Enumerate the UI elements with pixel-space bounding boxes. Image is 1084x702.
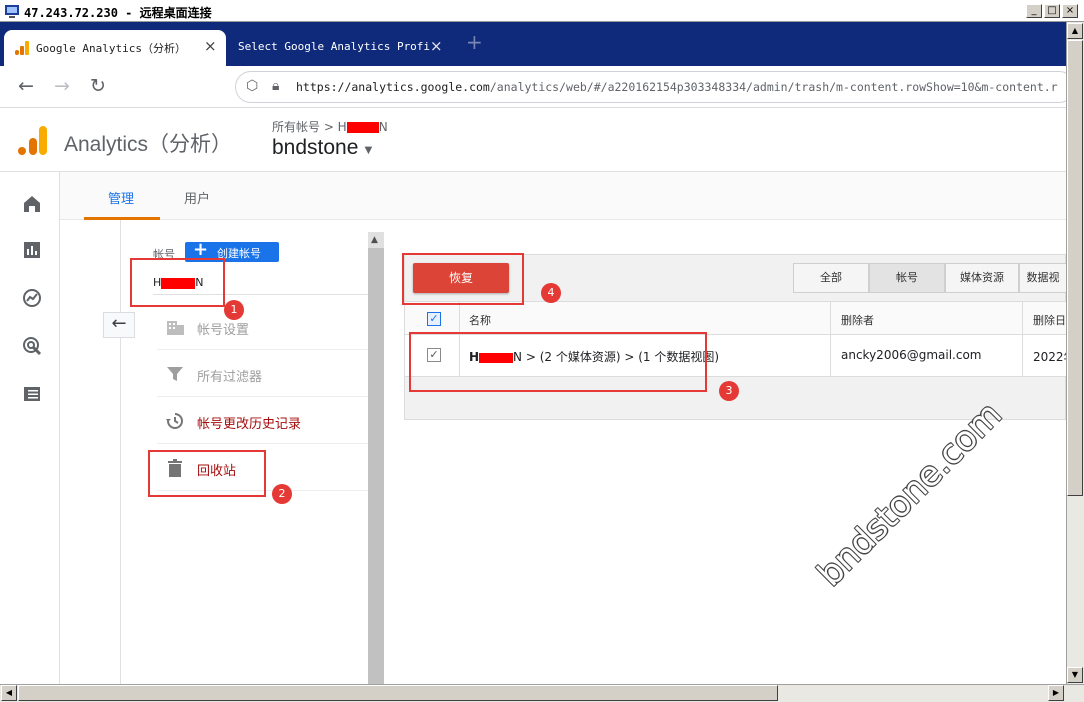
back-arrow-icon[interactable]: ← [18,75,34,97]
column-name[interactable]: 名称 [469,312,491,328]
advertising-icon[interactable] [20,334,44,358]
analytics-logo-icon[interactable] [18,126,48,156]
vertical-scroll-thumb[interactable] [1067,40,1083,496]
tab-admin[interactable]: 管理 [108,188,134,207]
lock-icon: 🔒︎ [272,78,280,94]
annotation-box-3 [409,332,707,392]
site-info-icon[interactable]: ⬡ [246,78,258,94]
tab-select-profile[interactable]: Select Google Analytics Profile × [226,30,452,66]
close-tab-icon[interactable]: × [430,37,443,55]
close-tab-icon[interactable]: × [204,37,217,55]
building-icon [167,321,184,335]
explore-icon[interactable] [20,286,44,310]
url-text[interactable]: https://analytics.google.com/analytics/w… [296,80,1076,94]
menu-label: 帐号设置 [197,323,250,338]
maximize-button[interactable]: □ [1044,4,1060,18]
filter-icon [167,367,183,381]
remote-desktop-icon [5,5,19,18]
redacted-mark [346,122,379,133]
analytics-favicon-icon [15,41,29,55]
scroll-left-arrow-icon[interactable]: ◀ [1,685,17,701]
annotation-badge-3: 3 [719,381,739,401]
rdp-title-bar: 47.243.72.230 - 远程桌面连接 _ □ × [0,0,1084,22]
scroll-up-arrow-icon[interactable]: ▲ [1067,23,1083,39]
home-icon[interactable] [20,192,44,216]
history-icon [166,413,183,429]
filter-account[interactable]: 帐号 [869,263,945,293]
address-bar[interactable]: ⬡ 🔒︎ https://analytics.google.com/analyt… [235,71,1075,103]
annotation-badge-4: 4 [541,283,561,303]
reports-icon[interactable] [20,238,44,262]
plus-icon: + [193,239,209,260]
close-window-button[interactable]: × [1062,4,1078,18]
dropdown-arrow-icon: ▼ [358,142,375,157]
property-selector[interactable]: bndstone ▼ [272,136,375,160]
forward-arrow-icon[interactable]: → [54,75,70,97]
tab-google-analytics[interactable]: Google Analytics（分析） × [4,30,226,66]
browser-toolbar: ← → ↻ ⬡ 🔒︎ https://analytics.google.com/… [0,66,1075,108]
select-all-checkbox[interactable]: ✓ [427,312,441,326]
scroll-right-arrow-icon[interactable]: ▶ [1048,685,1064,701]
left-nav-rail [0,172,60,684]
filter-property[interactable]: 媒体资源 [945,263,1019,293]
column-divider [830,302,831,334]
menu-account-settings[interactable]: 帐号设置 [157,304,369,350]
menu-label: 所有过滤器 [197,370,263,385]
annotation-badge-1: 1 [224,300,244,320]
annotation-box-1 [130,258,225,307]
annotation-badge-2: 2 [272,484,292,504]
new-tab-button[interactable]: + [466,30,483,54]
browser-tab-strip: Google Analytics（分析） × Select Google Ana… [0,22,1066,66]
annotation-box-4 [402,253,524,305]
scroll-up-arrow-icon[interactable]: ▲ [371,235,378,245]
filter-view[interactable]: 数据视 [1019,263,1067,293]
scroll-down-arrow-icon[interactable]: ▼ [1067,667,1083,683]
horizontal-scroll-thumb[interactable] [18,685,778,701]
back-button[interactable]: ← [103,312,135,338]
rdp-title: 47.243.72.230 - 远程桌面连接 [24,6,212,20]
list-icon[interactable] [20,382,44,406]
menu-all-filters[interactable]: 所有过滤器 [157,351,369,397]
column-divider [1022,335,1023,376]
column-deleted-on[interactable]: 删除日 [1033,312,1066,328]
annotation-box-2 [148,450,266,497]
filter-all[interactable]: 全部 [793,263,869,293]
column-scrollbar-thumb[interactable] [368,248,384,684]
minimize-button[interactable]: _ [1026,4,1042,18]
column-divider [459,302,460,334]
table-header: ✓ 名称 删除者 删除日 [405,301,1067,335]
tab-users[interactable]: 用户 [184,188,210,207]
tab-title: Google Analytics（分析） [36,42,186,55]
account-breadcrumb[interactable]: 所有帐号 > HN [272,118,388,135]
tab-title: Select Google Analytics Profile [238,40,430,53]
analytics-header: Analytics（分析） 所有帐号 > HN bndstone ▼ [0,108,1066,172]
admin-main: 管理 用户 帐号 + 创建帐号 HN ← 帐号设置 所有过滤器 帐号更改历史记录… [60,172,1076,684]
menu-change-history[interactable]: 帐号更改历史记录 [157,398,369,444]
menu-label: 帐号更改历史记录 [197,417,302,432]
admin-tabs: 管理 用户 [60,172,1066,220]
row-deleted-by: ancky2006@gmail.com [841,348,982,362]
column-divider [830,335,831,376]
product-title: Analytics（分析） [64,133,233,156]
column-deleted-by[interactable]: 删除者 [841,312,874,328]
column-divider [1022,302,1023,334]
reload-icon[interactable]: ↻ [90,75,106,97]
